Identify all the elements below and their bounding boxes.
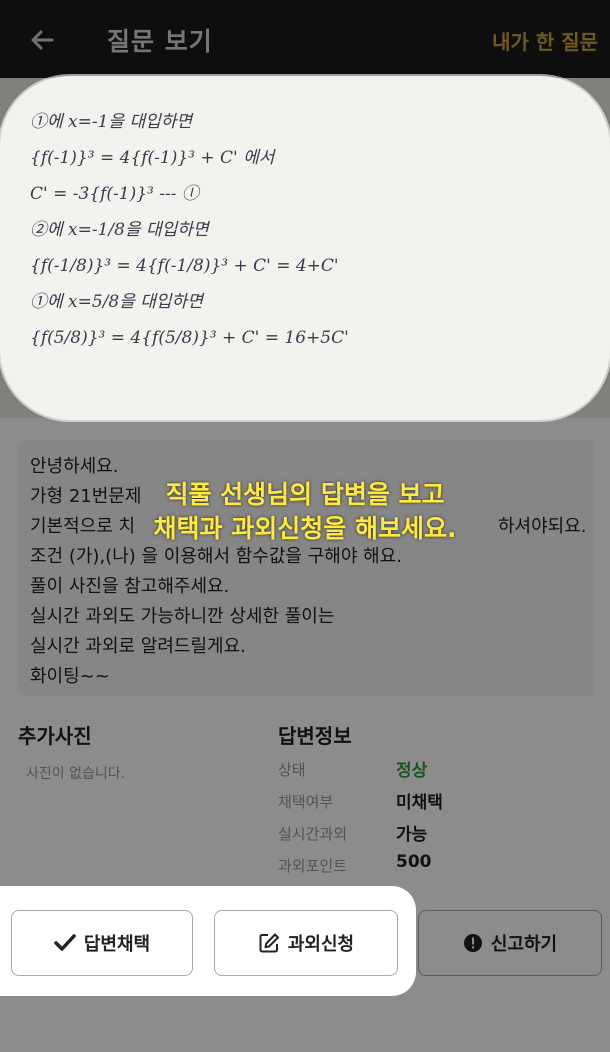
handwriting-line: ②에 x=-1/8을 대입하면 [30, 220, 209, 240]
request-tutoring-button[interactable]: 과외신청 [214, 910, 398, 976]
handwriting-line: {f(-1)}³ = 4{f(-1)}³ + C' 에서 [30, 148, 275, 168]
handwriting-line: ①에 x=-1을 대입하면 [30, 112, 193, 132]
tutorial-message: 직풀 선생님의 답변을 보고 채택과 과외신청을 해보세요. [0, 478, 610, 546]
check-icon [54, 934, 76, 951]
request-tutoring-label: 과외신청 [287, 934, 355, 955]
handwriting-line: {f(5/8)}³ = 4{f(5/8)}³ + C' = 16+5C' [30, 328, 349, 348]
answer-photo[interactable]: ①에 x=-1을 대입하면 {f(-1)}³ = 4{f(-1)}³ + C' … [0, 76, 610, 420]
handwriting-line: C' = -3{f(-1)}³ --- ⓛ [30, 184, 199, 204]
handwriting-line: ①에 x=5/8을 대입하면 [30, 292, 203, 312]
adopt-answer-button[interactable]: 답변채택 [11, 910, 193, 976]
tutorial-line-1: 직풀 선생님의 답변을 보고 [165, 480, 445, 509]
edit-icon [259, 933, 279, 953]
handwritten-solution: ①에 x=-1을 대입하면 {f(-1)}³ = 4{f(-1)}³ + C' … [30, 104, 349, 356]
handwriting-line: {f(-1/8)}³ = 4{f(-1/8)}³ + C' = 4+C' [30, 256, 339, 276]
adopt-answer-label: 답변채택 [83, 934, 151, 955]
tutorial-line-2: 채택과 과외신청을 해보세요. [153, 514, 457, 543]
